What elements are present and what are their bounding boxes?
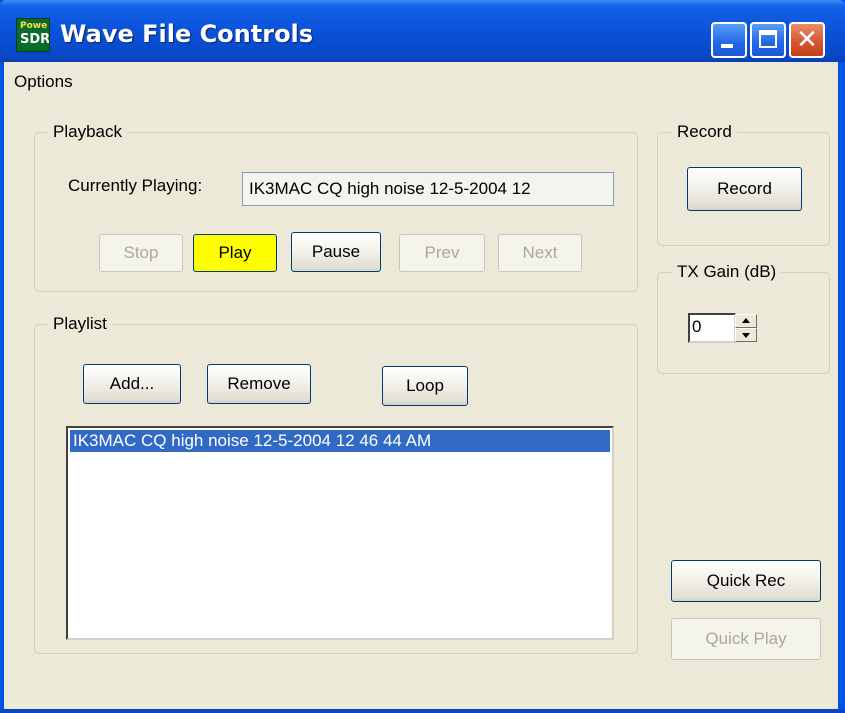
loop-button[interactable]: Loop xyxy=(382,366,468,406)
remove-button[interactable]: Remove xyxy=(207,364,311,404)
quick-play-button-label: Quick Play xyxy=(705,629,787,648)
title-bar[interactable]: Powe SDR Wave File Controls ✕ xyxy=(0,0,845,62)
loop-button-label: Loop xyxy=(406,376,444,395)
remove-button-label: Remove xyxy=(227,374,291,393)
quick-rec-button-label: Quick Rec xyxy=(706,571,786,590)
tx-gain-group-title: TX Gain (dB) xyxy=(672,262,782,282)
currently-playing-label: Currently Playing: xyxy=(68,176,203,195)
tx-gain-up-button[interactable] xyxy=(735,314,757,328)
client-area: Options Playback Currently Playing: IK3M… xyxy=(4,62,838,709)
maximize-button[interactable] xyxy=(750,22,786,58)
prev-button[interactable]: Prev xyxy=(399,234,485,272)
app-logo-icon: Powe SDR xyxy=(16,18,50,52)
add-button-label: Add... xyxy=(109,374,155,393)
play-button[interactable]: Play xyxy=(193,234,277,272)
record-group-title: Record xyxy=(672,122,737,142)
menu-options[interactable]: Options xyxy=(14,72,73,92)
playback-group-title: Playback xyxy=(48,122,127,142)
window-title: Wave File Controls xyxy=(60,20,314,48)
close-icon: ✕ xyxy=(796,25,818,55)
quick-play-button[interactable]: Quick Play xyxy=(671,618,821,660)
chevron-up-icon xyxy=(742,318,750,323)
next-button-label: Next xyxy=(522,243,558,262)
pause-button[interactable]: Pause xyxy=(291,232,381,272)
currently-playing-field: IK3MAC CQ high noise 12-5-2004 12 xyxy=(242,172,614,206)
menu-bar: Options xyxy=(4,62,838,100)
close-button[interactable]: ✕ xyxy=(789,22,825,58)
stop-button-label: Stop xyxy=(123,243,159,262)
window-bottom-border xyxy=(0,709,845,713)
app-window: Powe SDR Wave File Controls ✕ Options Pl… xyxy=(0,0,845,713)
tx-gain-down-button[interactable] xyxy=(735,328,757,342)
next-button[interactable]: Next xyxy=(498,234,582,272)
play-button-label: Play xyxy=(218,243,252,262)
quick-rec-button[interactable]: Quick Rec xyxy=(671,560,821,602)
maximize-icon xyxy=(759,30,777,48)
stop-button[interactable]: Stop xyxy=(99,234,183,272)
prev-button-label: Prev xyxy=(424,243,460,262)
record-button-label: Record xyxy=(717,179,772,198)
pause-button-label: Pause xyxy=(311,242,361,261)
playlist-listbox[interactable]: IK3MAC CQ high noise 12-5-2004 12 46 44 … xyxy=(66,426,614,640)
playlist-group-title: Playlist xyxy=(48,314,112,334)
add-button[interactable]: Add... xyxy=(83,364,181,404)
list-item[interactable]: IK3MAC CQ high noise 12-5-2004 12 46 44 … xyxy=(70,430,610,452)
tx-gain-input[interactable]: 0 xyxy=(688,313,736,343)
minimize-icon xyxy=(721,44,733,48)
minimize-button[interactable] xyxy=(711,22,747,58)
chevron-down-icon xyxy=(742,333,750,338)
record-button[interactable]: Record xyxy=(687,167,802,211)
